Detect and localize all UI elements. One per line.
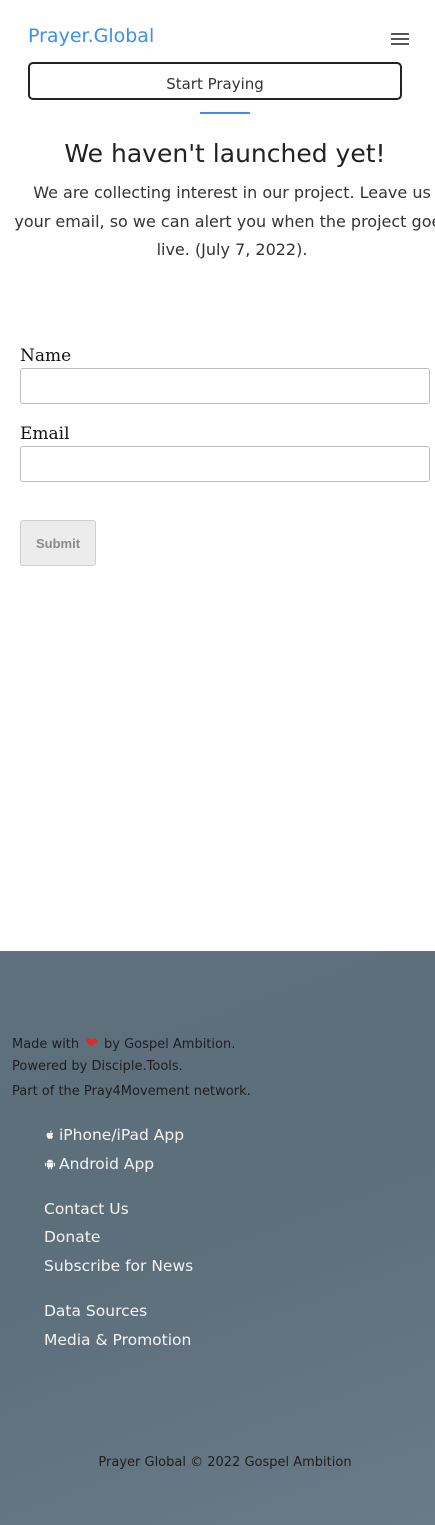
made-with-line: Made with ❤ by Gospel Ambition. (12, 1034, 235, 1052)
email-input[interactable] (20, 446, 430, 482)
made-with-suffix: by Gospel Ambition. (104, 1037, 236, 1052)
name-input[interactable] (20, 368, 430, 404)
section-divider (200, 112, 250, 114)
copyright-text: Prayer Global © 2022 Gospel Ambition (98, 1455, 352, 1470)
page-title: We haven't launched yet! (64, 139, 386, 168)
email-label: Email (20, 424, 70, 444)
iphone-app-label: iPhone/iPad App (59, 1126, 185, 1144)
heart-icon: ❤ (85, 1034, 98, 1052)
subscribe-news-link[interactable]: Subscribe for News (44, 1257, 193, 1275)
data-sources-link[interactable]: Data Sources (44, 1302, 147, 1320)
powered-by-line: Powered by Disciple.Tools. (12, 1059, 183, 1074)
iphone-app-link[interactable]: iPhone/iPad App (44, 1126, 184, 1144)
name-label: Name (20, 346, 72, 366)
site-footer: Made with ❤ by Gospel Ambition. Powered … (0, 951, 435, 1525)
android-icon (45, 1159, 55, 1170)
android-app-label: Android App (59, 1155, 155, 1173)
submit-button[interactable]: Submit (20, 520, 96, 566)
start-praying-button[interactable]: Start Praying (28, 62, 402, 100)
hamburger-menu-icon[interactable] (388, 30, 414, 50)
donate-link[interactable]: Donate (44, 1228, 100, 1246)
made-with-prefix: Made with (12, 1037, 80, 1052)
apple-icon (46, 1130, 54, 1139)
network-line: Part of the Pray4Movement network. (12, 1084, 251, 1099)
contact-us-link[interactable]: Contact Us (44, 1200, 129, 1218)
android-app-link[interactable]: Android App (44, 1155, 154, 1173)
intro-text: We are collecting interest in our projec… (14, 183, 435, 259)
brand-logo-link[interactable]: Prayer.Global (28, 25, 154, 47)
media-promotion-link[interactable]: Media & Promotion (44, 1331, 191, 1349)
